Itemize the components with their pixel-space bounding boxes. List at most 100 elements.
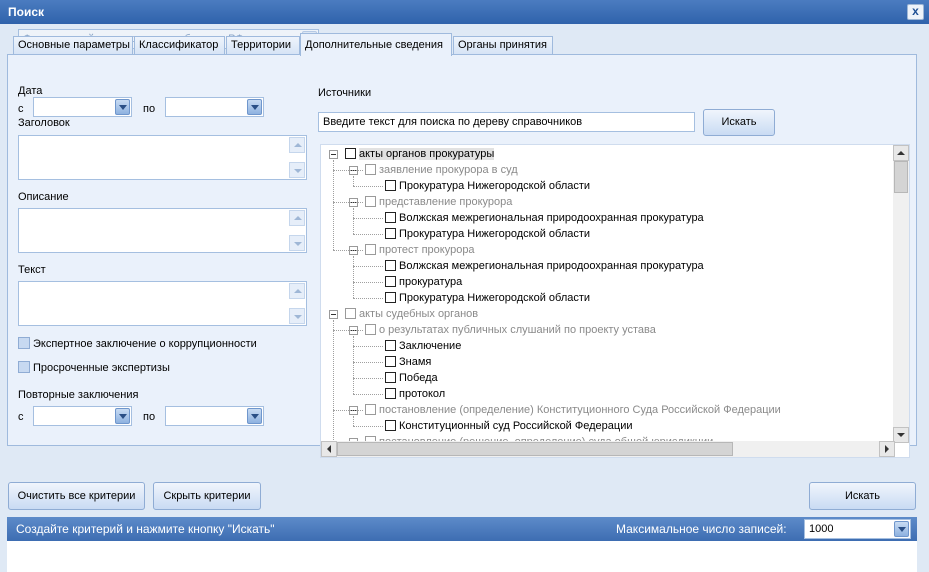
tree-node-checkbox[interactable] xyxy=(385,292,396,303)
scroll-down-icon[interactable] xyxy=(289,235,305,251)
corruption-checkbox-label: Экспертное заключение о коррупционности xyxy=(33,338,257,350)
text-field[interactable] xyxy=(18,281,307,326)
tree-connector xyxy=(353,336,354,394)
tree-node[interactable]: представление прокурора xyxy=(365,195,512,209)
tab-main-params[interactable]: Основные параметры xyxy=(13,36,133,55)
scroll-up-icon[interactable] xyxy=(289,210,305,226)
date-label: Дата xyxy=(18,85,43,97)
tree-connector xyxy=(353,416,354,426)
repeat-to-select[interactable] xyxy=(165,406,264,426)
tree-node-checkbox[interactable] xyxy=(365,404,376,415)
chevron-down-icon[interactable] xyxy=(115,99,130,115)
tree-connector xyxy=(353,378,383,379)
search-button[interactable]: Искать xyxy=(809,482,916,510)
scroll-up-icon[interactable] xyxy=(289,283,305,299)
tree-node-checkbox[interactable] xyxy=(365,196,376,207)
tree-node[interactable]: Заключение xyxy=(385,339,461,353)
tab-additional-info[interactable]: Дополнительные сведения xyxy=(300,33,452,56)
scroll-thumb[interactable] xyxy=(894,161,908,193)
tree-node-label: прокуратура xyxy=(399,276,463,288)
tree-node-checkbox[interactable] xyxy=(385,212,396,223)
overdue-checkbox-row[interactable]: Просроченные экспертизы xyxy=(18,361,170,374)
scroll-up-icon[interactable] xyxy=(893,145,909,161)
date-from-label: с xyxy=(18,103,24,115)
tab-adopting-bodies[interactable]: Органы принятия xyxy=(453,36,553,55)
date-from-select[interactable] xyxy=(33,97,132,117)
tree-node-checkbox[interactable] xyxy=(385,372,396,383)
scroll-up-icon[interactable] xyxy=(289,137,305,153)
close-button[interactable]: x xyxy=(907,4,924,20)
tree-node[interactable]: протест прокурора xyxy=(365,243,475,257)
close-icon: x xyxy=(912,4,919,18)
tree-node-label: о результатах публичных слушаний по прое… xyxy=(379,324,656,336)
tab-territories[interactable]: Территории xyxy=(226,36,300,55)
tree-node-checkbox[interactable] xyxy=(385,356,396,367)
scroll-down-icon[interactable] xyxy=(289,162,305,178)
chevron-down-icon[interactable] xyxy=(247,99,262,115)
tree-node[interactable]: заявление прокурора в суд xyxy=(365,163,518,177)
tree-node[interactable]: Знамя xyxy=(385,355,431,369)
tree-connector xyxy=(353,256,354,298)
tree-node-checkbox[interactable] xyxy=(385,276,396,287)
tree-node[interactable]: акты органов прокуратуры xyxy=(345,147,495,161)
tree-node[interactable]: Прокуратура Нижегородской области xyxy=(385,227,590,241)
tree-node[interactable]: Победа xyxy=(385,371,438,385)
date-to-label: по xyxy=(143,103,156,115)
overdue-checkbox-label: Просроченные экспертизы xyxy=(33,362,170,374)
max-records-label: Максимальное число записей: xyxy=(616,522,787,536)
scroll-right-icon[interactable] xyxy=(879,441,895,457)
overdue-checkbox[interactable] xyxy=(18,361,30,373)
tree-connector xyxy=(353,186,383,187)
corruption-checkbox-row[interactable]: Экспертное заключение о коррупционности xyxy=(18,337,257,350)
tree-node-checkbox[interactable] xyxy=(385,420,396,431)
scroll-left-icon[interactable] xyxy=(321,441,337,457)
tree-node-checkbox[interactable] xyxy=(365,244,376,255)
hide-criteria-button[interactable]: Скрыть критерии xyxy=(153,482,261,510)
description-field[interactable] xyxy=(18,208,307,253)
tree-search-input[interactable]: Введите текст для поиска по дереву справ… xyxy=(318,112,695,132)
tree-node[interactable]: Прокуратура Нижегородской области xyxy=(385,291,590,305)
corruption-checkbox[interactable] xyxy=(18,337,30,349)
tree-node-checkbox[interactable] xyxy=(365,324,376,335)
tree-horizontal-scrollbar[interactable] xyxy=(321,441,895,457)
collapse-toggle-icon[interactable] xyxy=(329,150,338,159)
tree-node[interactable]: Конституционный суд Российской Федерации xyxy=(385,419,633,433)
tree-node[interactable]: Прокуратура Нижегородской области xyxy=(385,179,590,193)
chevron-down-icon[interactable] xyxy=(247,408,262,424)
tree-node-checkbox[interactable] xyxy=(345,148,356,159)
tree-node-label: протест прокурора xyxy=(379,244,475,256)
tree-node[interactable]: Волжская межрегиональная природоохранная… xyxy=(385,259,704,273)
tree-node-checkbox[interactable] xyxy=(345,308,356,319)
chevron-down-icon[interactable] xyxy=(894,521,909,537)
tree-node-checkbox[interactable] xyxy=(385,388,396,399)
tree-vertical-scrollbar[interactable] xyxy=(893,145,909,443)
chevron-down-icon[interactable] xyxy=(115,408,130,424)
clear-criteria-button[interactable]: Очистить все критерии xyxy=(8,482,145,510)
tree-node-checkbox[interactable] xyxy=(385,228,396,239)
tree-node-checkbox[interactable] xyxy=(385,180,396,191)
max-records-value: 1000 xyxy=(809,523,834,535)
tree-node-checkbox[interactable] xyxy=(385,260,396,271)
tree-node-checkbox[interactable] xyxy=(365,164,376,175)
tree-node[interactable]: прокуратура xyxy=(385,275,462,289)
tree-node-checkbox[interactable] xyxy=(385,340,396,351)
heading-field[interactable] xyxy=(18,135,307,180)
sources-tree: акты органов прокуратуры заявление прокур… xyxy=(320,144,910,458)
tree-node[interactable]: постановление (определение) Конституцион… xyxy=(365,403,781,417)
scroll-thumb[interactable] xyxy=(337,442,733,456)
scroll-down-icon[interactable] xyxy=(893,427,909,443)
tree-connector xyxy=(353,234,383,235)
date-to-select[interactable] xyxy=(165,97,264,117)
scroll-down-icon[interactable] xyxy=(289,308,305,324)
repeat-from-label: с xyxy=(18,411,24,423)
tab-classifier[interactable]: Классификатор xyxy=(134,36,225,55)
tree-node[interactable]: о результатах публичных слушаний по прое… xyxy=(365,323,656,337)
repeat-from-select[interactable] xyxy=(33,406,132,426)
max-records-select[interactable]: 1000 xyxy=(804,519,911,539)
tree-node[interactable]: протокол xyxy=(385,387,445,401)
tree-search-button[interactable]: Искать xyxy=(703,109,775,136)
tree-node[interactable]: акты судебных органов xyxy=(345,307,478,321)
tree-node[interactable]: Волжская межрегиональная природоохранная… xyxy=(385,211,704,225)
collapse-toggle-icon[interactable] xyxy=(329,310,338,319)
heading-label: Заголовок xyxy=(18,117,70,129)
